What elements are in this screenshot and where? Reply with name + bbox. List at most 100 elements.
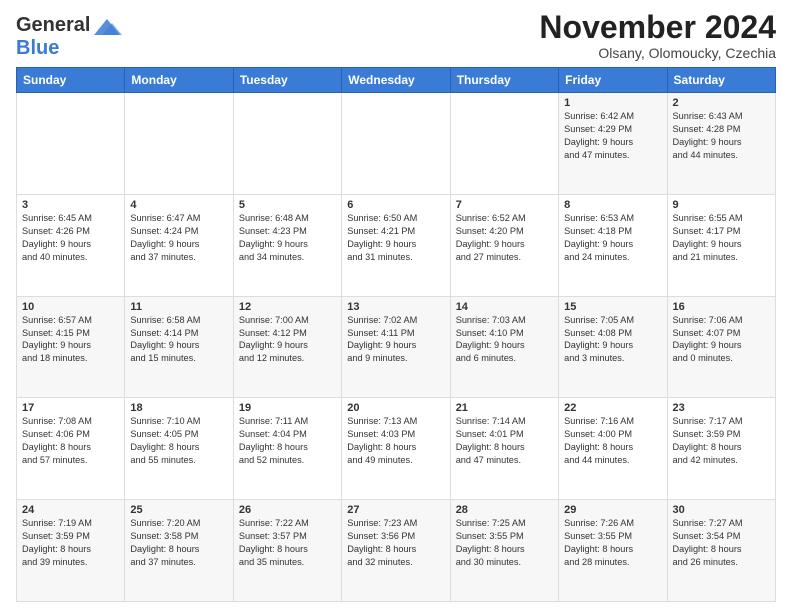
day-number: 8 — [564, 199, 661, 211]
table-row: 17Sunrise: 7:08 AM Sunset: 4:06 PM Dayli… — [17, 398, 125, 500]
table-row: 6Sunrise: 6:50 AM Sunset: 4:21 PM Daylig… — [342, 194, 450, 296]
table-row: 13Sunrise: 7:02 AM Sunset: 4:11 PM Dayli… — [342, 296, 450, 398]
logo-general: General — [16, 14, 90, 37]
table-row — [17, 93, 125, 195]
table-row: 12Sunrise: 7:00 AM Sunset: 4:12 PM Dayli… — [233, 296, 341, 398]
day-info: Sunrise: 7:00 AM Sunset: 4:12 PM Dayligh… — [239, 314, 336, 366]
table-row — [450, 93, 558, 195]
day-number: 16 — [673, 301, 770, 313]
day-info: Sunrise: 6:43 AM Sunset: 4:28 PM Dayligh… — [673, 110, 770, 162]
day-number: 6 — [347, 199, 444, 211]
day-info: Sunrise: 6:58 AM Sunset: 4:14 PM Dayligh… — [130, 314, 227, 366]
calendar-week-row: 17Sunrise: 7:08 AM Sunset: 4:06 PM Dayli… — [17, 398, 776, 500]
table-row: 2Sunrise: 6:43 AM Sunset: 4:28 PM Daylig… — [667, 93, 775, 195]
calendar-header-row: Sunday Monday Tuesday Wednesday Thursday… — [17, 68, 776, 93]
day-number: 24 — [22, 504, 119, 516]
table-row: 27Sunrise: 7:23 AM Sunset: 3:56 PM Dayli… — [342, 500, 450, 602]
day-info: Sunrise: 7:25 AM Sunset: 3:55 PM Dayligh… — [456, 517, 553, 569]
day-info: Sunrise: 6:50 AM Sunset: 4:21 PM Dayligh… — [347, 212, 444, 264]
day-number: 22 — [564, 402, 661, 414]
day-info: Sunrise: 7:23 AM Sunset: 3:56 PM Dayligh… — [347, 517, 444, 569]
day-info: Sunrise: 7:13 AM Sunset: 4:03 PM Dayligh… — [347, 415, 444, 467]
col-friday: Friday — [559, 68, 667, 93]
logo-blue-text: Blue — [16, 37, 59, 59]
day-info: Sunrise: 7:22 AM Sunset: 3:57 PM Dayligh… — [239, 517, 336, 569]
day-info: Sunrise: 7:20 AM Sunset: 3:58 PM Dayligh… — [130, 517, 227, 569]
day-number: 4 — [130, 199, 227, 211]
table-row: 22Sunrise: 7:16 AM Sunset: 4:00 PM Dayli… — [559, 398, 667, 500]
day-info: Sunrise: 6:57 AM Sunset: 4:15 PM Dayligh… — [22, 314, 119, 366]
logo-line1: General — [16, 14, 122, 37]
day-number: 7 — [456, 199, 553, 211]
table-row: 11Sunrise: 6:58 AM Sunset: 4:14 PM Dayli… — [125, 296, 233, 398]
logo-icon — [92, 15, 122, 37]
day-info: Sunrise: 6:45 AM Sunset: 4:26 PM Dayligh… — [22, 212, 119, 264]
table-row: 15Sunrise: 7:05 AM Sunset: 4:08 PM Dayli… — [559, 296, 667, 398]
calendar-table: Sunday Monday Tuesday Wednesday Thursday… — [16, 67, 776, 602]
calendar-week-row: 3Sunrise: 6:45 AM Sunset: 4:26 PM Daylig… — [17, 194, 776, 296]
table-row: 3Sunrise: 6:45 AM Sunset: 4:26 PM Daylig… — [17, 194, 125, 296]
day-info: Sunrise: 7:16 AM Sunset: 4:00 PM Dayligh… — [564, 415, 661, 467]
day-number: 25 — [130, 504, 227, 516]
day-number: 2 — [673, 97, 770, 109]
day-number: 11 — [130, 301, 227, 313]
logo-text-block: General Blue — [16, 14, 122, 60]
day-info: Sunrise: 7:17 AM Sunset: 3:59 PM Dayligh… — [673, 415, 770, 467]
day-number: 29 — [564, 504, 661, 516]
day-number: 17 — [22, 402, 119, 414]
day-info: Sunrise: 6:42 AM Sunset: 4:29 PM Dayligh… — [564, 110, 661, 162]
col-tuesday: Tuesday — [233, 68, 341, 93]
logo: General Blue — [16, 14, 122, 60]
day-info: Sunrise: 7:10 AM Sunset: 4:05 PM Dayligh… — [130, 415, 227, 467]
table-row: 1Sunrise: 6:42 AM Sunset: 4:29 PM Daylig… — [559, 93, 667, 195]
day-number: 23 — [673, 402, 770, 414]
table-row: 8Sunrise: 6:53 AM Sunset: 4:18 PM Daylig… — [559, 194, 667, 296]
table-row: 30Sunrise: 7:27 AM Sunset: 3:54 PM Dayli… — [667, 500, 775, 602]
day-info: Sunrise: 7:14 AM Sunset: 4:01 PM Dayligh… — [456, 415, 553, 467]
day-number: 3 — [22, 199, 119, 211]
title-block: November 2024 Olsany, Olomoucky, Czechia — [539, 10, 776, 61]
day-number: 10 — [22, 301, 119, 313]
table-row — [233, 93, 341, 195]
day-number: 20 — [347, 402, 444, 414]
day-number: 28 — [456, 504, 553, 516]
day-number: 12 — [239, 301, 336, 313]
table-row: 20Sunrise: 7:13 AM Sunset: 4:03 PM Dayli… — [342, 398, 450, 500]
col-monday: Monday — [125, 68, 233, 93]
table-row: 4Sunrise: 6:47 AM Sunset: 4:24 PM Daylig… — [125, 194, 233, 296]
day-info: Sunrise: 7:05 AM Sunset: 4:08 PM Dayligh… — [564, 314, 661, 366]
table-row: 9Sunrise: 6:55 AM Sunset: 4:17 PM Daylig… — [667, 194, 775, 296]
table-row: 23Sunrise: 7:17 AM Sunset: 3:59 PM Dayli… — [667, 398, 775, 500]
day-info: Sunrise: 7:27 AM Sunset: 3:54 PM Dayligh… — [673, 517, 770, 569]
day-number: 19 — [239, 402, 336, 414]
calendar-week-row: 10Sunrise: 6:57 AM Sunset: 4:15 PM Dayli… — [17, 296, 776, 398]
month-title: November 2024 — [539, 10, 776, 45]
day-info: Sunrise: 7:06 AM Sunset: 4:07 PM Dayligh… — [673, 314, 770, 366]
day-number: 1 — [564, 97, 661, 109]
col-wednesday: Wednesday — [342, 68, 450, 93]
table-row — [125, 93, 233, 195]
day-info: Sunrise: 7:26 AM Sunset: 3:55 PM Dayligh… — [564, 517, 661, 569]
col-sunday: Sunday — [17, 68, 125, 93]
table-row — [342, 93, 450, 195]
table-row: 16Sunrise: 7:06 AM Sunset: 4:07 PM Dayli… — [667, 296, 775, 398]
day-info: Sunrise: 7:03 AM Sunset: 4:10 PM Dayligh… — [456, 314, 553, 366]
day-number: 5 — [239, 199, 336, 211]
day-info: Sunrise: 6:47 AM Sunset: 4:24 PM Dayligh… — [130, 212, 227, 264]
calendar-week-row: 1Sunrise: 6:42 AM Sunset: 4:29 PM Daylig… — [17, 93, 776, 195]
table-row: 18Sunrise: 7:10 AM Sunset: 4:05 PM Dayli… — [125, 398, 233, 500]
table-row: 10Sunrise: 6:57 AM Sunset: 4:15 PM Dayli… — [17, 296, 125, 398]
day-info: Sunrise: 6:48 AM Sunset: 4:23 PM Dayligh… — [239, 212, 336, 264]
table-row: 26Sunrise: 7:22 AM Sunset: 3:57 PM Dayli… — [233, 500, 341, 602]
day-number: 27 — [347, 504, 444, 516]
col-saturday: Saturday — [667, 68, 775, 93]
day-info: Sunrise: 7:11 AM Sunset: 4:04 PM Dayligh… — [239, 415, 336, 467]
day-number: 15 — [564, 301, 661, 313]
location: Olsany, Olomoucky, Czechia — [539, 45, 776, 61]
table-row: 7Sunrise: 6:52 AM Sunset: 4:20 PM Daylig… — [450, 194, 558, 296]
day-number: 13 — [347, 301, 444, 313]
page: General Blue November 2024 Olsany, Olomo… — [0, 0, 792, 612]
table-row: 29Sunrise: 7:26 AM Sunset: 3:55 PM Dayli… — [559, 500, 667, 602]
day-info: Sunrise: 6:53 AM Sunset: 4:18 PM Dayligh… — [564, 212, 661, 264]
day-info: Sunrise: 6:55 AM Sunset: 4:17 PM Dayligh… — [673, 212, 770, 264]
